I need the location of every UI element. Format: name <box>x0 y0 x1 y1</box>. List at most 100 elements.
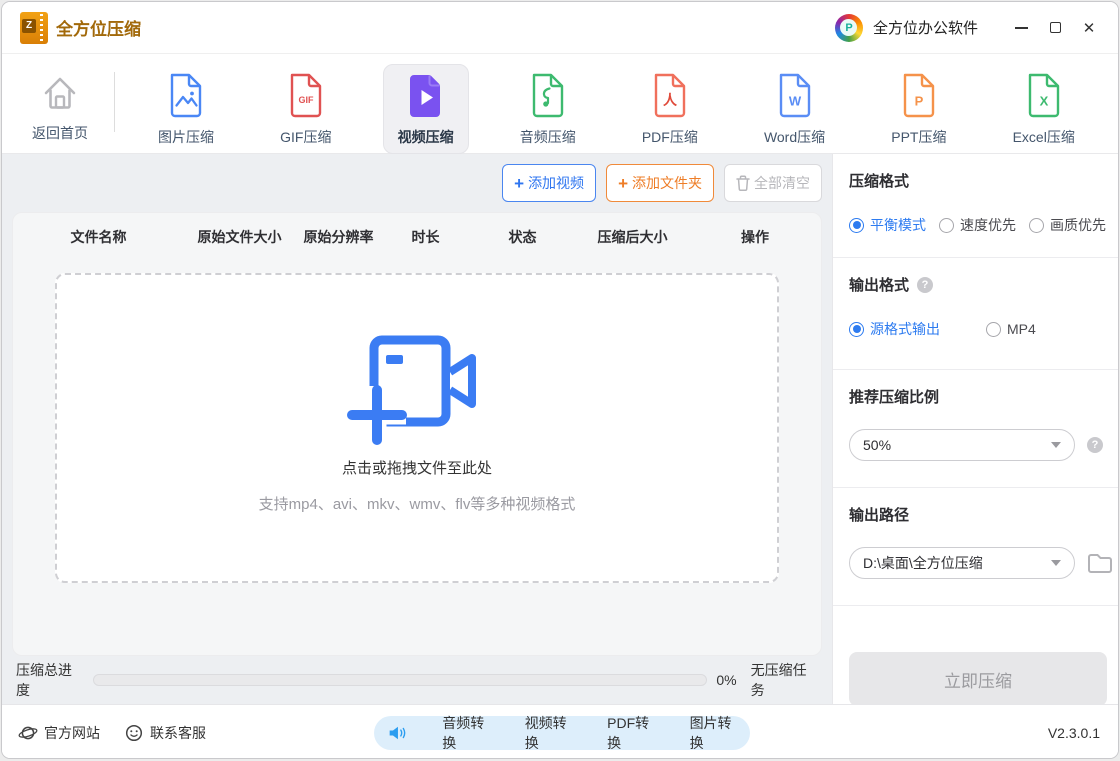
progress-bar <box>93 674 707 686</box>
version-label: V2.3.0.1 <box>1048 725 1100 741</box>
section-output-format: 输出格式 ? 源格式输出 MP4 <box>833 258 1119 339</box>
col-status: 状态 <box>469 227 576 247</box>
section-output-path: 输出路径 D:\桌面\全方位压缩 <box>833 488 1119 579</box>
toolbar-item-word-compress[interactable]: W Word压缩 <box>749 64 840 154</box>
add-video-button[interactable]: + 添加视频 <box>502 164 596 202</box>
toolbar-item-pdf-compress[interactable]: 人 PDF压缩 <box>627 64 713 154</box>
svg-text:GIF: GIF <box>298 95 314 105</box>
toolbar-item-audio-compress[interactable]: 音频压缩 <box>505 64 591 154</box>
ratio-title: 推荐压缩比例 <box>849 386 939 407</box>
smiley-icon <box>124 723 144 743</box>
divider <box>833 605 1119 606</box>
ppt-file-icon: P <box>900 72 938 118</box>
table-header-row: 文件名称 原始文件大小 原始分辨率 时长 状态 压缩后大小 操作 <box>13 213 821 261</box>
radio-icon <box>849 322 864 337</box>
col-resolution: 原始分辨率 <box>295 227 382 247</box>
output-path-title: 输出路径 <box>849 504 909 525</box>
file-dropzone[interactable]: 点击或拖拽文件至此处 支持mp4、avi、mkv、wmv、flv等多种视频格式 <box>55 273 779 583</box>
ratio-dropdown[interactable]: 50% <box>849 429 1075 461</box>
minimize-icon <box>1015 27 1028 29</box>
app-title: 全方位压缩 <box>56 15 141 40</box>
planet-icon <box>18 723 38 743</box>
zipper-teeth <box>40 14 43 42</box>
output-format-title: 输出格式 <box>849 274 909 295</box>
radio-speed-priority[interactable]: 速度优先 <box>939 215 1016 235</box>
section-compress-mode: 压缩格式 平衡模式 速度优先 画质优先 <box>833 154 1119 235</box>
converter-links-pill: 音频转换 视频转换 PDF转换 图片转换 <box>374 716 750 750</box>
close-button[interactable]: ✕ <box>1072 13 1106 43</box>
app-zip-logo-icon: Z <box>20 12 48 44</box>
col-duration: 时长 <box>382 227 469 247</box>
progress-status: 无压缩任务 <box>751 660 818 700</box>
radio-icon <box>849 218 864 233</box>
svg-text:P: P <box>915 94 924 109</box>
toolbar-item-ppt-compress[interactable]: P PPT压缩 <box>876 64 961 154</box>
radio-quality-priority[interactable]: 画质优先 <box>1029 215 1106 235</box>
col-operation: 操作 <box>689 227 821 247</box>
compress-now-button[interactable]: 立即压缩 <box>849 652 1107 706</box>
video-file-icon <box>407 72 445 118</box>
toolbar-separator <box>114 72 115 132</box>
clear-all-button[interactable]: 全部清空 <box>724 164 822 202</box>
maximize-icon <box>1050 22 1061 33</box>
radio-source-format[interactable]: 源格式输出 <box>849 319 940 339</box>
help-icon[interactable]: ? <box>917 277 933 293</box>
maximize-button[interactable] <box>1038 13 1072 43</box>
minimize-button[interactable] <box>1004 13 1038 43</box>
chevron-down-icon <box>1051 442 1061 448</box>
radio-mp4[interactable]: MP4 <box>986 321 1036 337</box>
section-ratio: 推荐压缩比例 50% ? <box>833 370 1119 461</box>
dropzone-subtitle: 支持mp4、avi、mkv、wmv、flv等多种视频格式 <box>259 493 576 514</box>
add-folder-button[interactable]: + 添加文件夹 <box>606 164 714 202</box>
settings-sidebar: 压缩格式 平衡模式 速度优先 画质优先 <box>832 154 1119 704</box>
folder-icon[interactable] <box>1087 552 1113 574</box>
audio-convert-link[interactable]: 音频转换 <box>442 713 488 753</box>
svg-text:人: 人 <box>663 92 678 108</box>
plus-icon: + <box>618 175 628 192</box>
dropzone-title: 点击或拖拽文件至此处 <box>342 457 492 478</box>
audio-file-icon <box>529 72 567 118</box>
brand-name: 全方位办公软件 <box>873 17 978 38</box>
excel-file-icon: X <box>1025 72 1063 118</box>
pdf-convert-link[interactable]: PDF转换 <box>607 713 653 753</box>
image-file-icon <box>167 72 205 118</box>
toolbar-item-video-compress[interactable]: 视频压缩 <box>383 64 469 154</box>
gif-file-icon: GIF <box>287 72 325 118</box>
add-video-camera-icon <box>342 327 492 449</box>
official-website-link[interactable]: 官方网站 <box>18 723 100 743</box>
help-icon[interactable]: ? <box>1087 437 1103 453</box>
image-convert-link[interactable]: 图片转换 <box>690 713 736 753</box>
toolbar: 返回首页 图片压缩 GIF GIF压缩 <box>2 54 1118 154</box>
radio-icon <box>1029 218 1044 233</box>
contact-support-link[interactable]: 联系客服 <box>124 723 206 743</box>
compress-mode-title: 压缩格式 <box>849 170 909 191</box>
speaker-icon <box>388 723 406 743</box>
trash-icon <box>736 175 750 191</box>
radio-icon <box>939 218 954 233</box>
col-file-name: 文件名称 <box>13 227 184 247</box>
svg-text:W: W <box>788 94 801 109</box>
output-path-dropdown[interactable]: D:\桌面\全方位压缩 <box>849 547 1075 579</box>
progress-row: 压缩总进度 0% 无压缩任务 <box>2 656 832 704</box>
footer: 官方网站 联系客服 音频转换 视频转换 PDF转换 图片转换 V2.3.0.1 <box>2 704 1118 759</box>
progress-label: 压缩总进度 <box>16 660 83 700</box>
col-original-size: 原始文件大小 <box>184 227 295 247</box>
progress-percent: 0% <box>716 672 736 688</box>
plus-icon: + <box>514 175 524 192</box>
chevron-down-icon <box>1051 560 1061 566</box>
toolbar-item-excel-compress[interactable]: X Excel压缩 <box>998 64 1090 154</box>
word-file-icon: W <box>776 72 814 118</box>
toolbar-item-gif-compress[interactable]: GIF GIF压缩 <box>265 64 346 154</box>
radio-balanced-mode[interactable]: 平衡模式 <box>849 215 926 235</box>
actions-row: + 添加视频 + 添加文件夹 全部清空 <box>2 154 832 212</box>
video-convert-link[interactable]: 视频转换 <box>525 713 571 753</box>
home-icon <box>40 72 80 114</box>
zip-letter: Z <box>22 19 36 33</box>
title-bar: Z 全方位压缩 P 全方位办公软件 ✕ <box>2 2 1118 54</box>
file-table: 文件名称 原始文件大小 原始分辨率 时长 状态 压缩后大小 操作 <box>12 212 822 656</box>
main-panel: + 添加视频 + 添加文件夹 全部清空 文件名称 原始文件大小 <box>2 154 832 704</box>
toolbar-item-image-compress[interactable]: 图片压缩 <box>143 64 229 154</box>
toolbar-item-home[interactable]: 返回首页 <box>16 64 104 150</box>
pdf-file-icon: 人 <box>651 72 689 118</box>
app-window: Z 全方位压缩 P 全方位办公软件 ✕ 返回首页 <box>1 1 1119 759</box>
